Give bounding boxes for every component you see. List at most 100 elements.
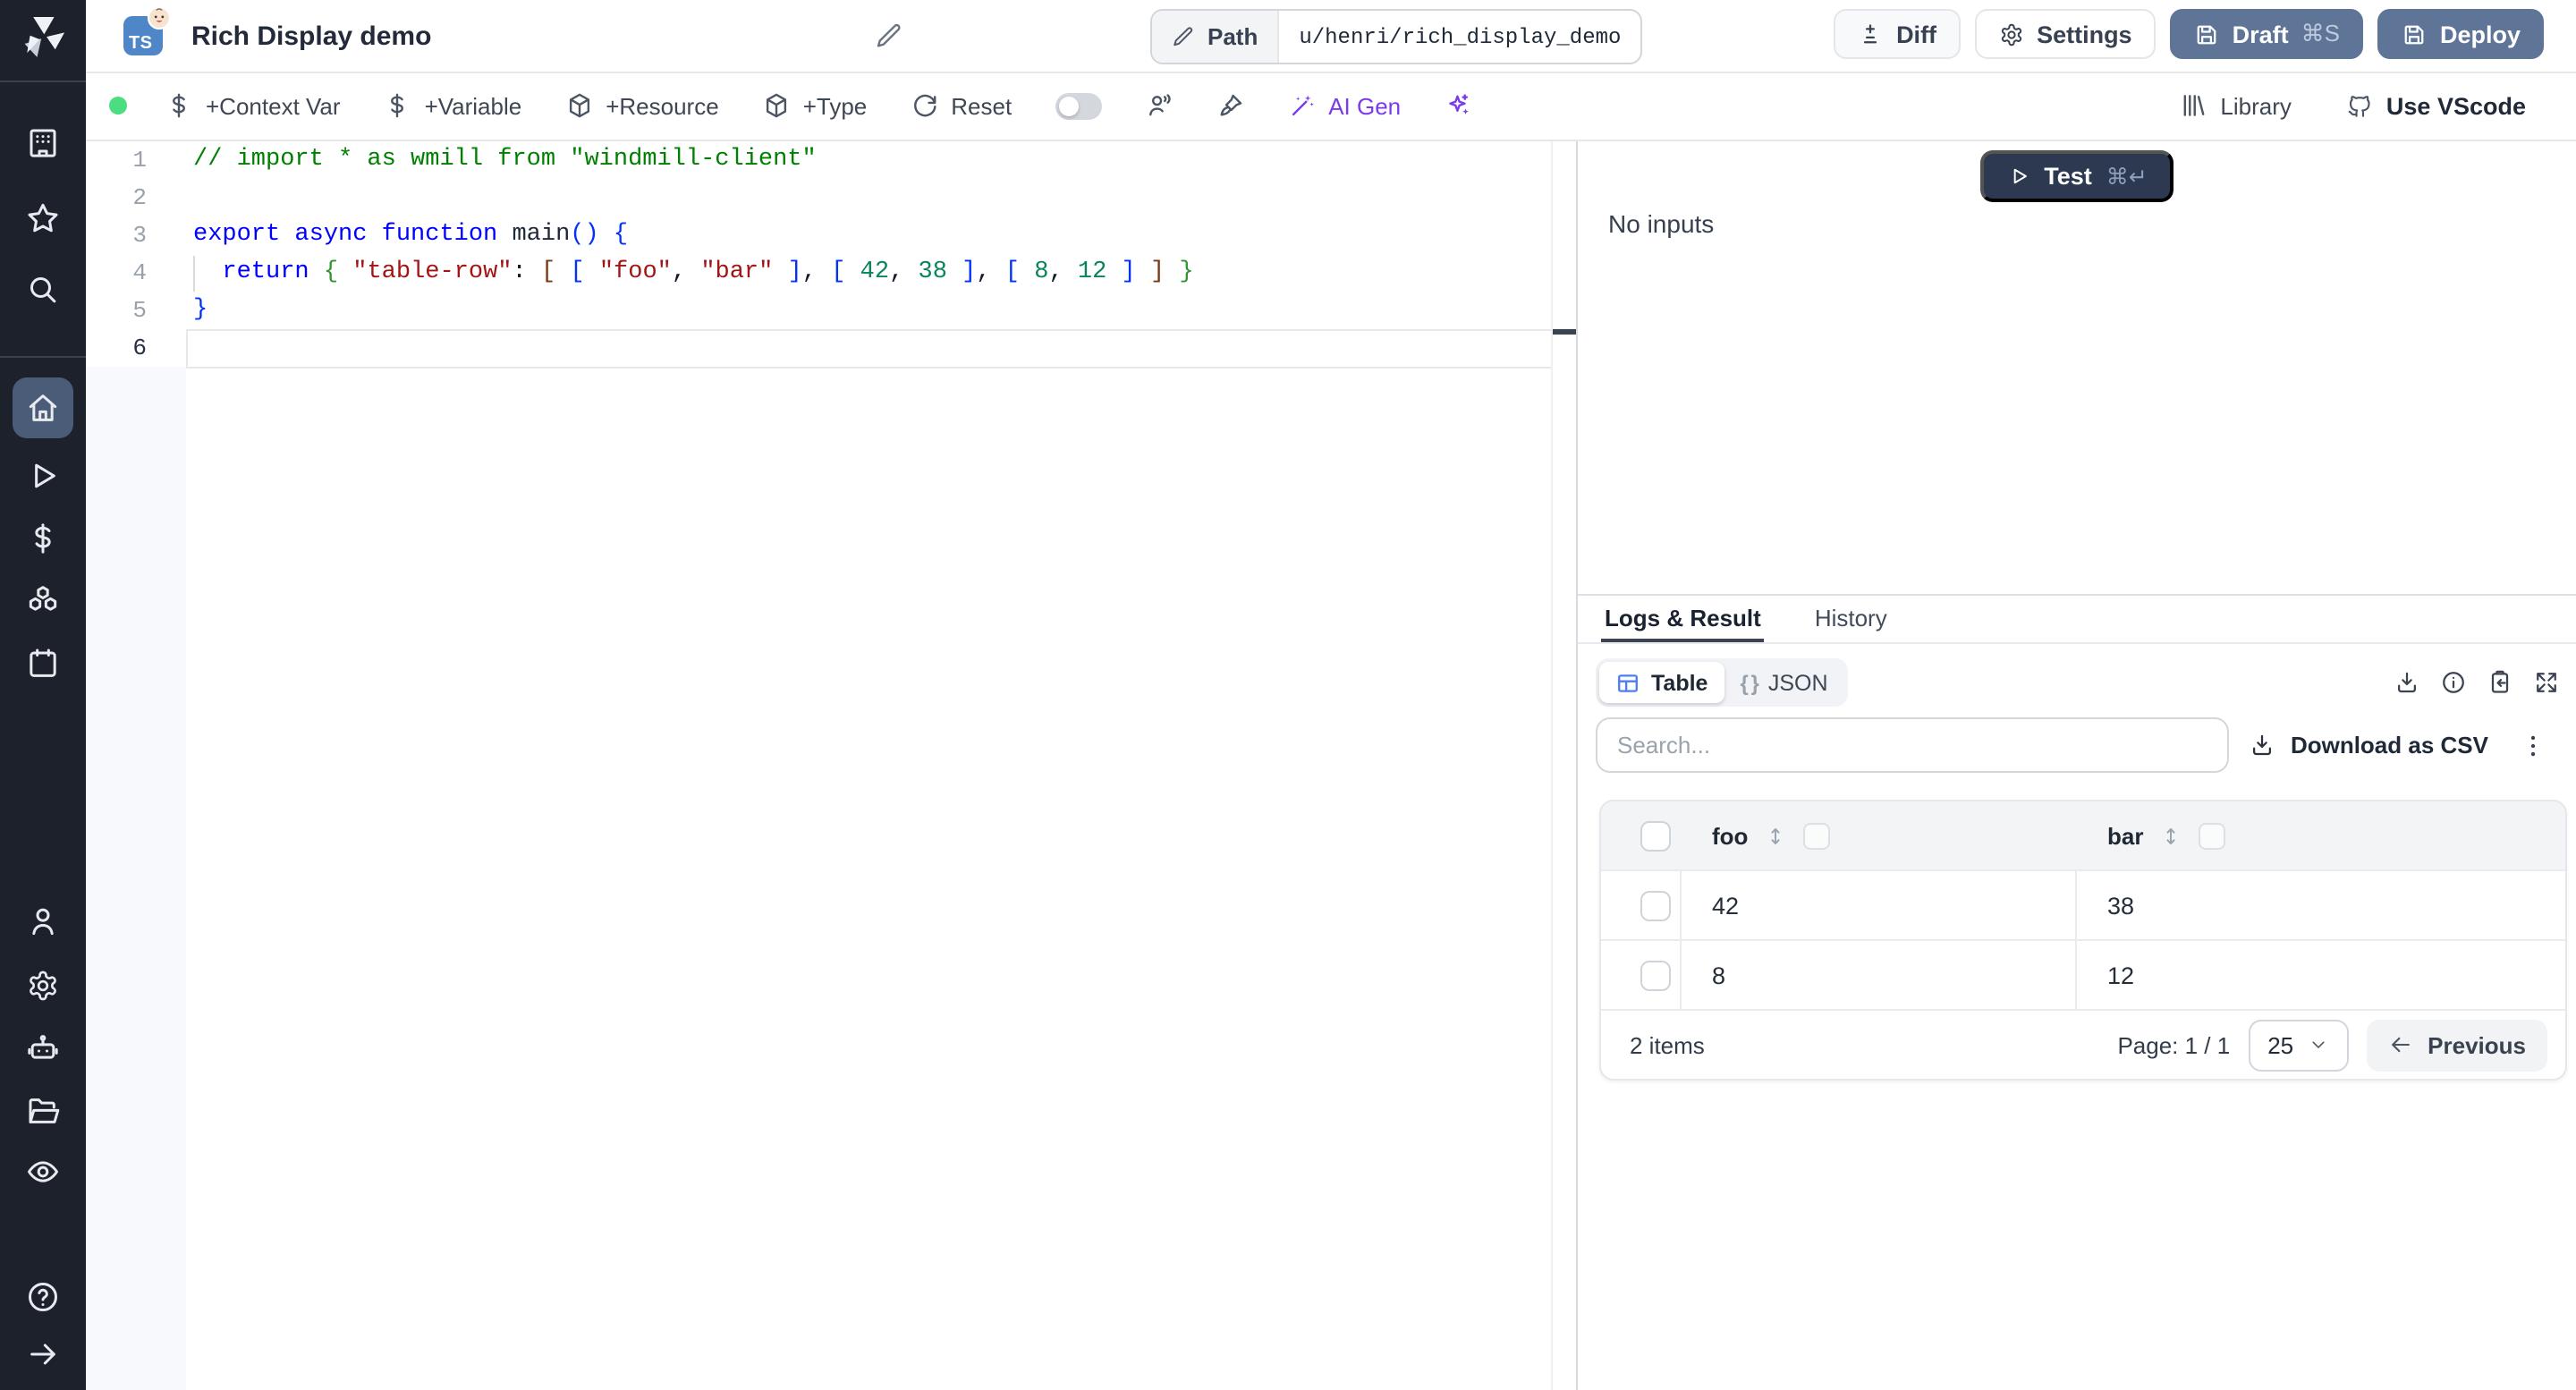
page-size-select[interactable]: 25	[2248, 1019, 2350, 1071]
sidebar-item-settings[interactable]	[13, 955, 73, 1016]
sidebar-item-variables[interactable]	[13, 508, 73, 569]
cell-foo: 8	[1712, 962, 1726, 988]
kebab-menu-icon[interactable]	[2519, 731, 2547, 759]
view-table-option[interactable]: Table	[1599, 662, 1724, 703]
column-foo-checkbox[interactable]	[1803, 822, 1831, 849]
line-number: 6	[132, 335, 147, 361]
arrow-right-icon	[25, 1336, 61, 1372]
ai-gen-button[interactable]: AI Gen	[1287, 91, 1401, 120]
copy-result-icon[interactable]	[2487, 669, 2513, 696]
sidebar-item-runs[interactable]	[13, 445, 73, 506]
table-footer: 2 items Page: 1 / 1 25 Previous	[1601, 1009, 2565, 1079]
view-json-option[interactable]: { } JSON	[1724, 662, 1843, 703]
gear-icon	[1997, 21, 2024, 47]
sidebar-divider	[0, 356, 86, 358]
library-button[interactable]: Library	[2179, 91, 2292, 120]
play-icon	[25, 458, 61, 494]
chevron-down-icon	[2308, 1034, 2329, 1055]
edit-summary-pencil-icon[interactable]	[875, 21, 903, 50]
draft-shortcut: ⌘S	[2301, 20, 2340, 47]
sort-bar-icon[interactable]	[2159, 822, 2182, 849]
page-title: Rich Display demo	[191, 21, 432, 51]
result-actions	[2394, 669, 2560, 696]
download-result-icon[interactable]	[2394, 669, 2420, 696]
previous-page-button[interactable]: Previous	[2367, 1019, 2547, 1071]
line-number: 4	[132, 259, 147, 286]
gear-icon	[25, 968, 61, 1004]
cell-bar: 12	[2107, 962, 2135, 988]
sidebar-item-home[interactable]	[13, 377, 73, 438]
code-editor[interactable]: 1 2 3 4 5 6 // import * as wmill from "windmi…	[86, 141, 1576, 1390]
add-type-button[interactable]: +Type	[762, 91, 868, 120]
multiplayer-toggle[interactable]	[1055, 92, 1102, 119]
sidebar-item-help[interactable]	[13, 1267, 73, 1327]
reset-button[interactable]: Reset	[910, 91, 1012, 120]
deploy-button[interactable]: Deploy	[2377, 9, 2544, 59]
tab-logs-result[interactable]: Logs & Result	[1601, 596, 1765, 642]
editor-gutter-rest	[86, 367, 186, 1390]
download-icon	[2250, 732, 2276, 759]
diff-button[interactable]: Diff	[1834, 9, 1961, 59]
github-icon	[2345, 91, 2374, 120]
multiplayer-button[interactable]	[1144, 91, 1173, 120]
sparkles-icon	[1444, 91, 1472, 120]
result-info-icon[interactable]	[2440, 669, 2467, 696]
play-icon	[2006, 165, 2029, 188]
add-type-label: +Type	[802, 92, 868, 119]
package-icon	[564, 91, 593, 120]
code-line-4: return { "table-row": [ [ "foo", "bar" ]…	[222, 259, 1194, 286]
add-variable-button[interactable]: +Variable	[384, 91, 521, 120]
search-input[interactable]	[1596, 717, 2229, 773]
line-number: 3	[132, 222, 147, 249]
add-context-var-button[interactable]: +Context Var	[165, 91, 341, 120]
folder-icon	[25, 1093, 61, 1129]
sidebar-item-search[interactable]	[13, 259, 73, 320]
tab-history[interactable]: History	[1811, 596, 1891, 642]
line-number: 2	[132, 184, 147, 211]
sidebar-item-audit-logs[interactable]	[13, 1141, 73, 1202]
dollar-icon	[165, 91, 193, 120]
download-csv-button[interactable]: Download as CSV	[2250, 732, 2488, 759]
save-icon	[2401, 21, 2428, 47]
expand-result-icon[interactable]	[2533, 669, 2560, 696]
overview-ruler[interactable]	[1551, 141, 1576, 1390]
select-all-checkbox[interactable]	[1640, 820, 1671, 851]
sidebar-item-schedules[interactable]	[13, 633, 73, 694]
app-window: TS Rich Display demo Path u/henri/rich_d…	[0, 0, 2576, 1390]
braces-icon: { }	[1740, 670, 1758, 695]
sidebar-item-favorites[interactable]	[13, 188, 73, 249]
sidebar-item-expand-sidebar[interactable]	[13, 1324, 73, 1385]
home-icon	[25, 390, 61, 426]
pencil-icon	[1172, 25, 1195, 48]
package-icon	[762, 91, 791, 120]
add-resource-button[interactable]: +Resource	[564, 91, 719, 120]
code-line-5: }	[193, 297, 208, 324]
reset-icon	[910, 91, 938, 120]
row-checkbox[interactable]	[1640, 890, 1671, 920]
line-number: 5	[132, 297, 147, 324]
draft-button[interactable]: Draft ⌘S	[2169, 9, 2363, 59]
windmill-logo-icon[interactable]	[19, 13, 67, 62]
sidebar-item-folders[interactable]	[13, 1081, 73, 1141]
cell-bar: 38	[2107, 892, 2135, 919]
arrow-left-icon	[2388, 1032, 2413, 1057]
result-view-switch: Table { } JSON	[1596, 658, 1848, 707]
sidebar-item-resources[interactable]	[13, 571, 73, 631]
status-dot	[109, 97, 127, 114]
sidebar-item-workers[interactable]	[13, 1020, 73, 1081]
test-button[interactable]: Test ⌘↵	[1979, 150, 2174, 202]
ai-sparkles-button[interactable]	[1444, 91, 1472, 120]
column-bar-checkbox[interactable]	[2199, 822, 2226, 849]
sidebar-item-users[interactable]	[13, 891, 73, 952]
settings-button[interactable]: Settings	[1974, 9, 2156, 59]
sort-foo-icon[interactable]	[1764, 822, 1787, 849]
row-checkbox[interactable]	[1640, 960, 1671, 990]
topbar: TS Rich Display demo Path u/henri/rich_d…	[86, 0, 2576, 73]
robot-icon	[25, 1032, 61, 1068]
diff-icon	[1857, 21, 1884, 47]
use-vscode-button[interactable]: Use VScode	[2345, 91, 2526, 120]
eye-icon	[25, 1154, 61, 1190]
path-button[interactable]: Path u/henri/rich_display_demo	[1150, 9, 1643, 64]
sidebar-item-workspaces[interactable]	[13, 113, 73, 174]
format-code-button[interactable]	[1216, 91, 1244, 120]
